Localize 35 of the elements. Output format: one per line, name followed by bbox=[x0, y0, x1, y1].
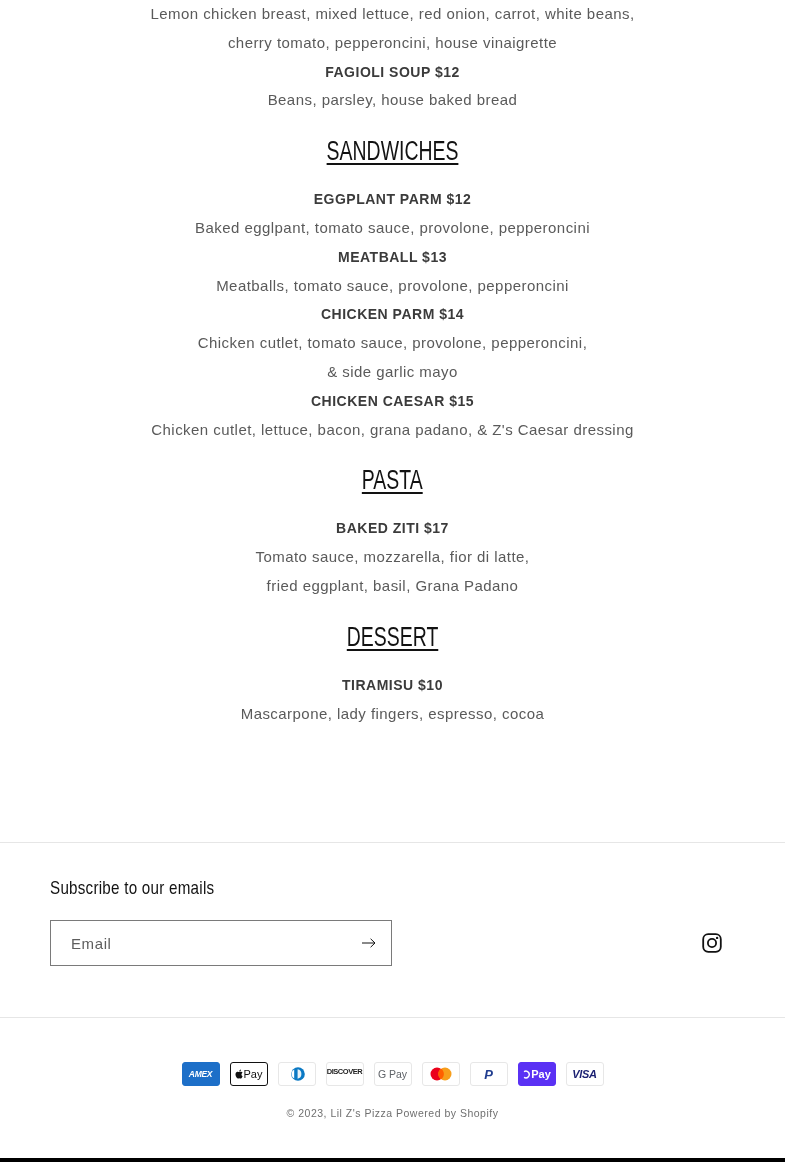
diners-club-icon bbox=[277, 1062, 316, 1087]
newsletter-heading: Subscribe to our emails bbox=[50, 876, 215, 901]
item-description: Baked egglpant, tomato sauce, provolone, pepperoncini bbox=[195, 218, 590, 238]
section-heading: SANDWICHES bbox=[326, 135, 459, 168]
item-description: Mascarpone, lady fingers, espresso, cocoa bbox=[240, 703, 545, 724]
item-name: TIRAMISU $10 bbox=[342, 675, 443, 695]
logo-text: Pay bbox=[243, 1068, 263, 1080]
email-field[interactable]: Email bbox=[50, 920, 392, 967]
item-name: FAGIOLI SOUP $12 bbox=[325, 62, 460, 82]
item-description: Beans, parsley, house baked bread bbox=[267, 90, 518, 111]
ring-icon bbox=[522, 1069, 531, 1079]
powered-by-link[interactable]: Powered by Shopify bbox=[396, 1107, 499, 1120]
mastercard-icon bbox=[421, 1062, 460, 1087]
item-description: Chicken cutlet, lettuce, bacon, grana padano, & Z's Caesar dressing bbox=[151, 419, 634, 440]
item-name: CHICKEN CAESAR $15 bbox=[310, 391, 474, 411]
visa-logo: VISA bbox=[565, 1062, 604, 1087]
section-heading: DESSERT bbox=[346, 620, 439, 653]
item-description: Chicken cutlet, tomato sauce, provolone, pepperoncini, & side garlic mayo bbox=[197, 333, 588, 382]
google-pay-logo: G Pay bbox=[373, 1062, 412, 1087]
item-description: Meatballs, tomato sauce, provolone, pepperoncini bbox=[216, 275, 569, 296]
item-description: Lemon chicken breast, mixed lettuce, red onion, carrot, white beans, cherry tomato, pepperoncini, house vinaigrette bbox=[150, 4, 635, 53]
item-name: CHICKEN PARM $14 bbox=[320, 305, 465, 325]
apple-icon bbox=[234, 1069, 243, 1080]
item-name: EGGPLANT PARM $12 bbox=[313, 190, 472, 210]
store-link[interactable]: Lil Z's Pizza bbox=[330, 1107, 393, 1120]
instagram-icon[interactable] bbox=[702, 933, 722, 954]
paypal-logo: P bbox=[469, 1062, 508, 1087]
amex-logo: AMEX bbox=[181, 1062, 220, 1087]
copyright-text: © 2023, bbox=[286, 1107, 327, 1120]
arrow-icon bbox=[362, 938, 376, 949]
item-name: MEATBALL $13 bbox=[338, 247, 447, 267]
item-description: Tomato sauce, mozzarella, fior di latte, fried eggplant, basil, Grana Padano bbox=[255, 547, 530, 596]
logo-text: Pay bbox=[531, 1068, 551, 1080]
section-heading: PASTA bbox=[362, 464, 423, 497]
item-name: BAKED ZITI $17 bbox=[336, 519, 449, 539]
